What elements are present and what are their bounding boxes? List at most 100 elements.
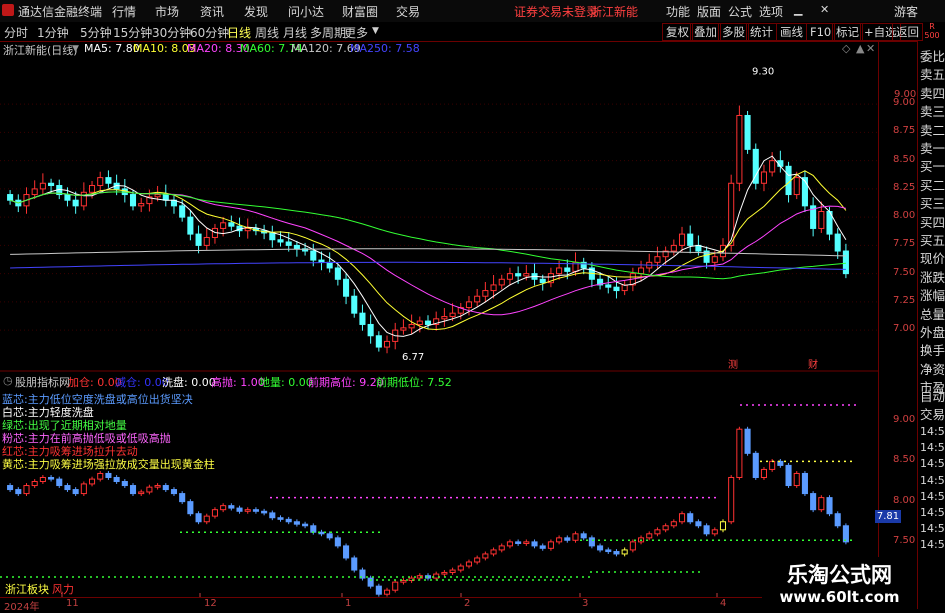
chevron-down-icon[interactable]: ▼ [372, 26, 379, 36]
menu-faxian[interactable]: 发现 [244, 3, 268, 20]
candle-body [400, 327, 407, 331]
menu-shichang[interactable]: 市场 [155, 3, 179, 20]
chevron-down-icon[interactable]: ▼ [72, 44, 79, 54]
btn-diejia[interactable]: 叠加 [690, 23, 721, 41]
period-fenshi[interactable]: 分时 [4, 24, 28, 41]
ind-bar [842, 525, 849, 543]
panel-lower-label[interactable]: 自动 [920, 386, 945, 405]
ind-bar [572, 533, 579, 541]
x-label: 12 [204, 598, 217, 609]
btn-huaxian[interactable]: 画线 [776, 23, 807, 41]
btn-fuquan[interactable]: 复权 [662, 23, 693, 41]
x-axis: 2024年 11 12 1 2 3 4 [0, 597, 878, 613]
menu-gongneng[interactable]: 功能 [666, 3, 690, 20]
menu-xuanxiang[interactable]: 选项 [759, 3, 783, 20]
watermark-url: www.60lt.com [779, 588, 900, 606]
ind-bar [64, 485, 71, 491]
indicator-title[interactable]: 股朋指标网 [15, 374, 70, 390]
candle-body [670, 244, 677, 252]
ind-bar [834, 513, 841, 527]
candle-body [408, 323, 415, 329]
btn-tongji[interactable]: 统计 [746, 23, 777, 41]
ind-bar [220, 505, 227, 511]
candle-body [367, 323, 374, 337]
ind-bar [785, 464, 792, 487]
ind-bar [80, 483, 87, 495]
price-tick: 8.50 [893, 153, 916, 165]
expand-icon[interactable]: ▲ [856, 42, 864, 55]
candle-body [220, 222, 227, 229]
ind-bar [556, 537, 563, 543]
ind-bar [326, 533, 333, 539]
ind-bar [662, 525, 669, 531]
quote-field-label: 买三 [920, 196, 945, 212]
trade-time: 14:56 [920, 538, 945, 552]
candle-body [638, 267, 645, 275]
trade-time: 14:56 [920, 489, 945, 503]
period-daily[interactable]: 日线 [227, 24, 251, 41]
period-multi[interactable]: 多周期 [310, 24, 346, 41]
btn-biaoji[interactable]: 标记 [832, 23, 863, 41]
indicator-chart[interactable]: ◷ 股朋指标网 加仓: 0.00 减仓: 0.00 洗盘: 0.00 高抛: 1… [0, 372, 878, 597]
trade-time: 14:56 [920, 506, 945, 519]
menu-zixun[interactable]: 资讯 [200, 3, 224, 20]
trade-login-notice[interactable]: 证券交易未登录 [514, 3, 598, 20]
candle-body [326, 261, 333, 269]
candle-body [769, 160, 776, 173]
close-panel-icon[interactable]: ✕ [866, 42, 875, 55]
menu-jiaoyi[interactable]: 交易 [396, 3, 420, 20]
period-monthly[interactable]: 月线 [283, 24, 307, 41]
period-15min[interactable]: 15分钟 [113, 24, 152, 41]
candle-body [515, 273, 522, 277]
ind-bar [523, 541, 530, 544]
sector-label[interactable]: 浙江板块 [5, 581, 49, 597]
ind-bar [211, 509, 218, 517]
ind-bar [736, 428, 743, 478]
period-30min[interactable]: 30分钟 [152, 24, 191, 41]
ind-jiancang: 减仓: 0.00 [115, 376, 169, 389]
ind-xipan: 洗盘: 0.00 [162, 376, 216, 389]
price-tick: 7.00 [893, 323, 916, 335]
period-more[interactable]: 更多 [344, 24, 368, 41]
sub-price-tick: 9.00 [893, 414, 916, 426]
period-60min[interactable]: 60分钟 [190, 24, 229, 41]
quote-field-label: 外盘 [920, 325, 945, 340]
candle-body [506, 273, 513, 280]
menu-caifuquan[interactable]: 财富圈 [342, 3, 378, 20]
menu-wenxiaoda[interactable]: 问小达 [288, 3, 324, 20]
menu-hangqing[interactable]: 行情 [112, 3, 136, 20]
candle-body [760, 171, 768, 184]
trade-time: 14:56 [920, 473, 945, 487]
menu-gongshi[interactable]: 公式 [728, 3, 752, 20]
ind-bar [793, 472, 800, 487]
candle-body [343, 278, 350, 297]
ind-bar [105, 472, 112, 478]
quote-field-label: 买五 [920, 233, 945, 248]
ma250-line [10, 261, 846, 270]
ind-bar [605, 549, 612, 553]
panel-lower-label[interactable]: 交易 [920, 404, 945, 423]
period-5min[interactable]: 5分钟 [80, 24, 112, 41]
app-logo-icon [2, 4, 14, 16]
user-guest[interactable]: 游客 [894, 3, 918, 20]
minimize-icon[interactable]: ▁ [794, 3, 802, 16]
period-1min[interactable]: 1分钟 [37, 24, 69, 41]
menu-banmian[interactable]: 版面 [697, 3, 721, 20]
ind-bar [129, 485, 137, 495]
period-weekly[interactable]: 周线 [255, 24, 279, 41]
ind-prev-low: 前期低位: 7.52 [376, 376, 452, 389]
settings-icon[interactable]: ◇ [842, 42, 850, 55]
ind-bar [375, 585, 382, 595]
ind-bar [621, 549, 628, 555]
ind-bar [760, 468, 768, 478]
quote-field-label: 买一 [920, 159, 945, 175]
kline-svg[interactable]: 9.30 6.77 测 财 [0, 41, 878, 372]
candle-body [310, 250, 317, 261]
note-yellow: 黄芯:主力吸筹进场强拉放成交量出现黄金柱 [2, 458, 215, 471]
ind-bar [351, 557, 358, 571]
btn-duogu[interactable]: 多股 [718, 23, 749, 41]
candle-body [228, 222, 235, 227]
close-icon[interactable]: ✕ [820, 3, 829, 16]
btn-f10[interactable]: F10 [806, 23, 836, 41]
main-kline-chart[interactable]: 9.30 6.77 测 财 浙江新能(日线) ▼ MA5: 7.80 MA10: 8.… [0, 41, 916, 372]
